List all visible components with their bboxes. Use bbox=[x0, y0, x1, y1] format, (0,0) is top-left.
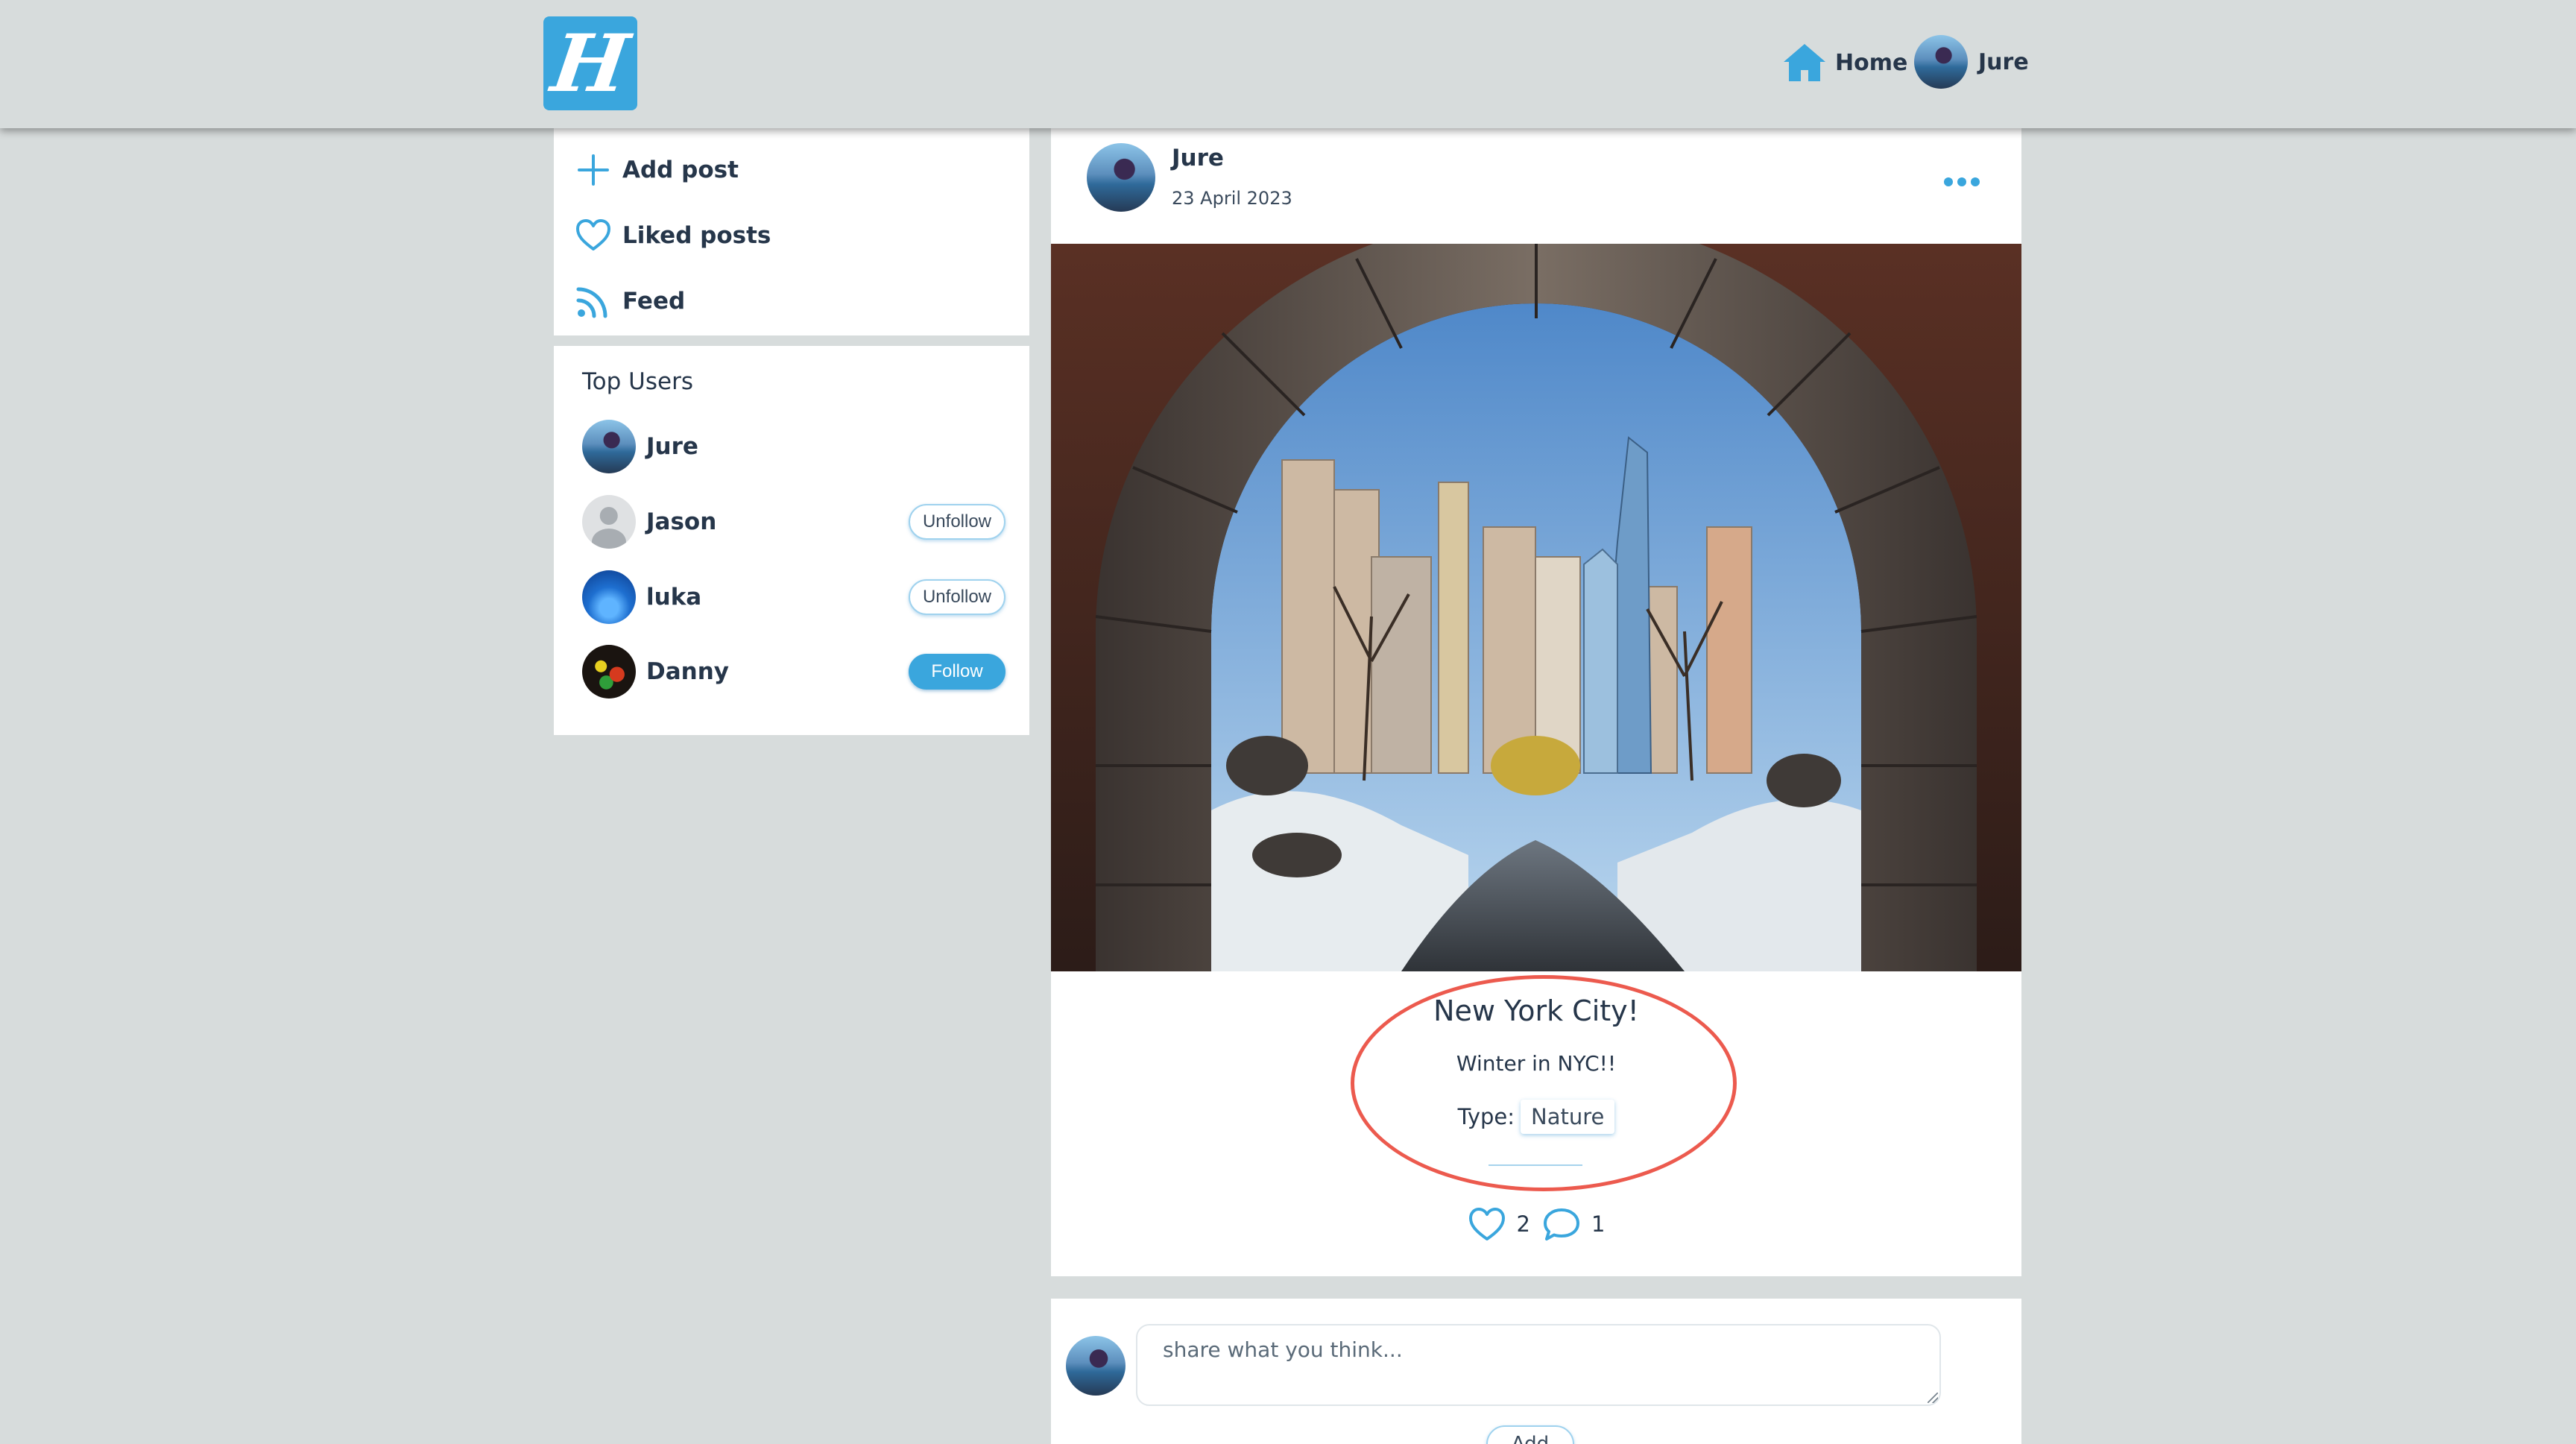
user-name[interactable]: Jure bbox=[646, 433, 698, 460]
avatar[interactable] bbox=[582, 495, 636, 549]
sidebar-item-label: Add post bbox=[622, 157, 739, 183]
avatar bbox=[1066, 1336, 1126, 1396]
heart-icon bbox=[1468, 1208, 1505, 1240]
list-item: luka Unfollow bbox=[582, 570, 1006, 625]
more-options-icon[interactable] bbox=[1944, 174, 1980, 189]
user-name[interactable]: Jason bbox=[646, 508, 716, 535]
user-name[interactable]: luka bbox=[646, 584, 701, 611]
avatar bbox=[1914, 35, 1968, 89]
like-count: 2 bbox=[1516, 1211, 1530, 1237]
list-item: Jason Unfollow bbox=[582, 494, 1006, 549]
top-navbar: H Home Jure bbox=[0, 0, 2576, 128]
sidebar-item-label: Liked posts bbox=[622, 222, 771, 249]
post-type-label: Type: bbox=[1457, 1104, 1515, 1129]
heart-icon bbox=[576, 219, 610, 250]
nav-home-link[interactable]: Home bbox=[1781, 39, 1907, 86]
add-comment-button[interactable]: Add bbox=[1486, 1425, 1574, 1444]
post-type-chip[interactable]: Nature bbox=[1521, 1100, 1615, 1134]
post-image bbox=[1051, 244, 2021, 971]
app-logo[interactable]: H bbox=[543, 16, 637, 110]
unfollow-button[interactable]: Unfollow bbox=[909, 579, 1006, 615]
like-button[interactable]: 2 bbox=[1468, 1206, 1530, 1242]
post-card: Jure 23 April 2023 New York City! Winter… bbox=[1051, 128, 2021, 1276]
post-header: Jure 23 April 2023 bbox=[1078, 137, 1995, 212]
sidebar-item-feed[interactable]: Feed bbox=[575, 279, 685, 324]
rss-icon bbox=[576, 287, 607, 318]
post-author[interactable]: Jure bbox=[1172, 145, 1224, 171]
nav-user-label: Jure bbox=[1978, 48, 2029, 75]
home-icon bbox=[1784, 44, 1825, 81]
nav-home-label: Home bbox=[1835, 49, 1908, 76]
logo-letter: H bbox=[546, 16, 634, 110]
sidebar-item-add-post[interactable]: Add post bbox=[575, 148, 739, 192]
avatar[interactable] bbox=[582, 420, 636, 473]
avatar[interactable] bbox=[1087, 143, 1155, 212]
post-date: 23 April 2023 bbox=[1172, 188, 1292, 209]
avatar[interactable] bbox=[582, 570, 636, 624]
resize-handle[interactable] bbox=[1928, 1393, 1938, 1403]
sidebar-menu: Add post Liked posts Feed bbox=[554, 128, 1029, 335]
comment-input[interactable] bbox=[1136, 1324, 1941, 1406]
nav-profile-link[interactable]: Jure bbox=[1914, 35, 2029, 89]
comment-count: 1 bbox=[1591, 1211, 1606, 1237]
unfollow-button[interactable]: Unfollow bbox=[909, 504, 1006, 540]
top-users-title: Top Users bbox=[582, 368, 693, 395]
list-item: Danny Follow bbox=[582, 644, 1006, 699]
list-item: Jure bbox=[582, 419, 1006, 474]
comment-button[interactable]: 1 bbox=[1542, 1206, 1605, 1242]
comment-icon bbox=[1544, 1208, 1579, 1240]
post-stats: 2 1 bbox=[1051, 1202, 2021, 1246]
plus-icon bbox=[578, 154, 609, 186]
post-title: New York City! bbox=[1433, 994, 1639, 1027]
follow-button[interactable]: Follow bbox=[909, 654, 1006, 690]
avatar[interactable] bbox=[582, 645, 636, 699]
post-description: Winter in NYC!! bbox=[1456, 1051, 1617, 1076]
comment-composer: Add bbox=[1051, 1299, 2021, 1444]
sidebar-item-label: Feed bbox=[622, 288, 686, 315]
post-type: Type: Nature bbox=[1051, 1097, 2021, 1136]
post-photo bbox=[1051, 244, 2021, 971]
user-name[interactable]: Danny bbox=[646, 658, 729, 685]
divider bbox=[1489, 1164, 1582, 1166]
sidebar-item-liked-posts[interactable]: Liked posts bbox=[575, 213, 771, 258]
top-users-panel: Top Users Jure Jason Unfollow luka Unfol… bbox=[554, 346, 1029, 735]
